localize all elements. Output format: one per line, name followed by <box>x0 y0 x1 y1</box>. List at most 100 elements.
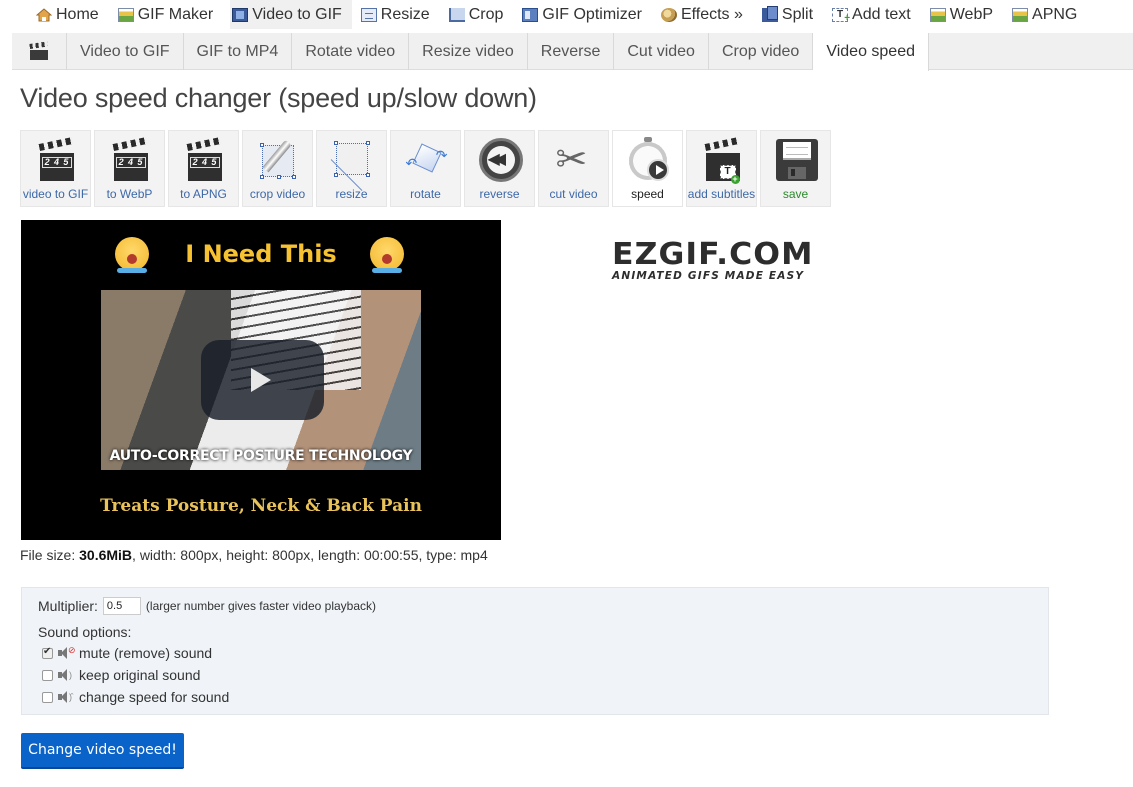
tool-label: rotate <box>410 187 441 201</box>
sound-option-keep[interactable]: ) keep original sound <box>42 667 200 683</box>
multiplier-input[interactable] <box>102 597 141 615</box>
sound-option-mute[interactable]: ⊘ mute (remove) sound <box>42 645 212 661</box>
tool-label: speed <box>631 187 664 201</box>
change-video-speed-button[interactable]: Change video speed! <box>21 733 184 769</box>
effects-icon <box>660 7 677 22</box>
topnav-home[interactable]: Home <box>34 0 109 29</box>
rewind-icon: ◀◀ <box>478 137 523 183</box>
tool-toolbar: 245 video to GIF 245 to WebP 245 to APNG… <box>20 130 834 207</box>
tab-rotate-video[interactable]: Rotate video <box>292 33 410 70</box>
clapperboard-icon <box>29 41 48 60</box>
subtitles-icon: T + <box>700 137 744 184</box>
tab-cut-video[interactable]: Cut video <box>614 33 709 70</box>
tool-add-subtitles[interactable]: T + add subtitles <box>686 130 757 207</box>
speaker-muted-icon: ⊘ <box>58 645 76 659</box>
tool-video-to-gif[interactable]: 245 video to GIF <box>20 130 91 207</box>
tab-reverse[interactable]: Reverse <box>528 33 615 70</box>
video-headline: I Need This <box>185 240 337 268</box>
file-details: , width: 800px, height: 800px, length: 0… <box>132 547 488 563</box>
tool-save[interactable]: save <box>760 130 831 207</box>
topnav-video-to-gif[interactable]: Video to GIF <box>230 0 352 29</box>
tool-label: add subtitles <box>687 187 756 201</box>
stopwatch-icon <box>626 137 670 183</box>
home-icon <box>35 7 53 22</box>
tool-speed[interactable]: speed <box>612 130 683 207</box>
sub-nav: Video to GIF GIF to MP4 Rotate video Res… <box>12 33 1133 71</box>
tab-gif-to-mp4[interactable]: GIF to MP4 <box>184 33 293 70</box>
tool-rotate[interactable]: ↶ ↷ rotate <box>390 130 461 207</box>
add-text-icon: T <box>832 7 850 25</box>
tool-label: cut video <box>549 187 598 201</box>
tool-to-webp[interactable]: 245 to WebP <box>94 130 165 207</box>
multiplier-label: Multiplier: <box>38 598 98 614</box>
topnav-label: Add text <box>852 5 911 23</box>
file-size-value: 30.6MiB <box>79 547 133 563</box>
sound-option-change-speed[interactable]: )̂ change speed for sound <box>42 689 229 705</box>
tab-label: Video to GIF <box>80 42 170 60</box>
speaker-speed-icon: )̂ <box>58 691 74 703</box>
split-icon <box>761 5 778 22</box>
tool-crop-video[interactable]: crop video <box>242 130 313 207</box>
topnav-add-text[interactable]: T Add text <box>830 0 921 29</box>
multiplier-hint: (larger number gives faster video playba… <box>145 599 377 613</box>
tab-video-speed[interactable]: Video speed <box>813 33 929 71</box>
tool-label: save <box>782 187 809 201</box>
tab-crop-video[interactable]: Crop video <box>709 33 814 70</box>
rotate-icon: ↶ ↷ <box>404 137 448 183</box>
clapperboard-icon: 245 <box>34 137 78 183</box>
tool-resize[interactable]: resize <box>316 130 387 207</box>
topnav-label: WebP <box>949 5 994 23</box>
topnav-webp[interactable]: WebP <box>928 0 1003 29</box>
sound-option-label: mute (remove) sound <box>79 645 213 661</box>
tool-label: reverse <box>479 187 520 201</box>
tab-label: Cut video <box>627 42 695 60</box>
topnav-apng[interactable]: APNG <box>1010 0 1087 29</box>
topnav-gif-optimizer[interactable]: GIF Optimizer <box>520 0 652 29</box>
top-nav: Home GIF Maker Video to GIF Resize Crop … <box>0 0 1133 29</box>
sound-option-label: keep original sound <box>79 667 201 683</box>
tool-reverse[interactable]: ◀◀ reverse <box>464 130 535 207</box>
tab-label: GIF to MP4 <box>196 42 279 60</box>
resize-icon <box>330 137 374 183</box>
topnav-gif-maker[interactable]: GIF Maker <box>116 0 224 29</box>
mute-checkbox[interactable] <box>42 646 53 659</box>
tool-label: resize <box>335 187 368 201</box>
tool-label: to APNG <box>180 187 227 201</box>
topnav-label: GIF Maker <box>137 5 214 23</box>
tab-label: Crop video <box>721 42 800 60</box>
image-icon <box>929 7 946 22</box>
film-icon <box>232 7 249 22</box>
tab-video-to-gif[interactable]: Video to GIF <box>67 33 184 70</box>
tab-label: Rotate video <box>305 42 396 60</box>
crop-icon <box>448 7 465 22</box>
optimizer-icon <box>522 7 539 22</box>
tool-label: crop video <box>249 187 306 201</box>
tool-label: to WebP <box>106 187 153 201</box>
scissors-icon: ✂ <box>555 139 588 181</box>
video-preview[interactable]: I Need This AUTO-CORRECT POSTURE TECHNOL… <box>21 220 501 540</box>
topnav-label: GIF Optimizer <box>542 5 642 23</box>
topnav-crop[interactable]: Crop <box>447 0 514 29</box>
topnav-label: Split <box>781 5 814 23</box>
speaker-icon: ) <box>58 669 74 681</box>
change-speed-sound-checkbox[interactable] <box>42 691 53 703</box>
play-button[interactable] <box>201 340 324 420</box>
subnav-video-home[interactable] <box>12 33 67 70</box>
ezgif-logo[interactable]: EZGIF.COM ANIMATED GIFS MADE EASY <box>612 240 840 283</box>
topnav-label: Home <box>56 5 99 23</box>
video-caption: AUTO-CORRECT POSTURE TECHNOLOGY <box>109 448 413 464</box>
sound-options-label: Sound options: <box>38 624 132 640</box>
topnav-split[interactable]: Split <box>760 0 823 29</box>
keep-sound-checkbox[interactable] <box>42 669 53 681</box>
file-size-label: File size: <box>20 547 80 563</box>
topnav-label: Resize <box>380 5 430 23</box>
tool-to-apng[interactable]: 245 to APNG <box>168 130 239 207</box>
tool-cut-video[interactable]: ✂ cut video <box>538 130 609 207</box>
topnav-effects[interactable]: Effects » <box>659 0 753 29</box>
tab-label: Resize video <box>422 42 514 60</box>
image-icon <box>1012 7 1029 22</box>
topnav-label: Crop <box>468 5 504 23</box>
topnav-resize[interactable]: Resize <box>359 0 440 29</box>
tab-resize-video[interactable]: Resize video <box>409 33 528 70</box>
topnav-label: APNG <box>1032 5 1078 23</box>
